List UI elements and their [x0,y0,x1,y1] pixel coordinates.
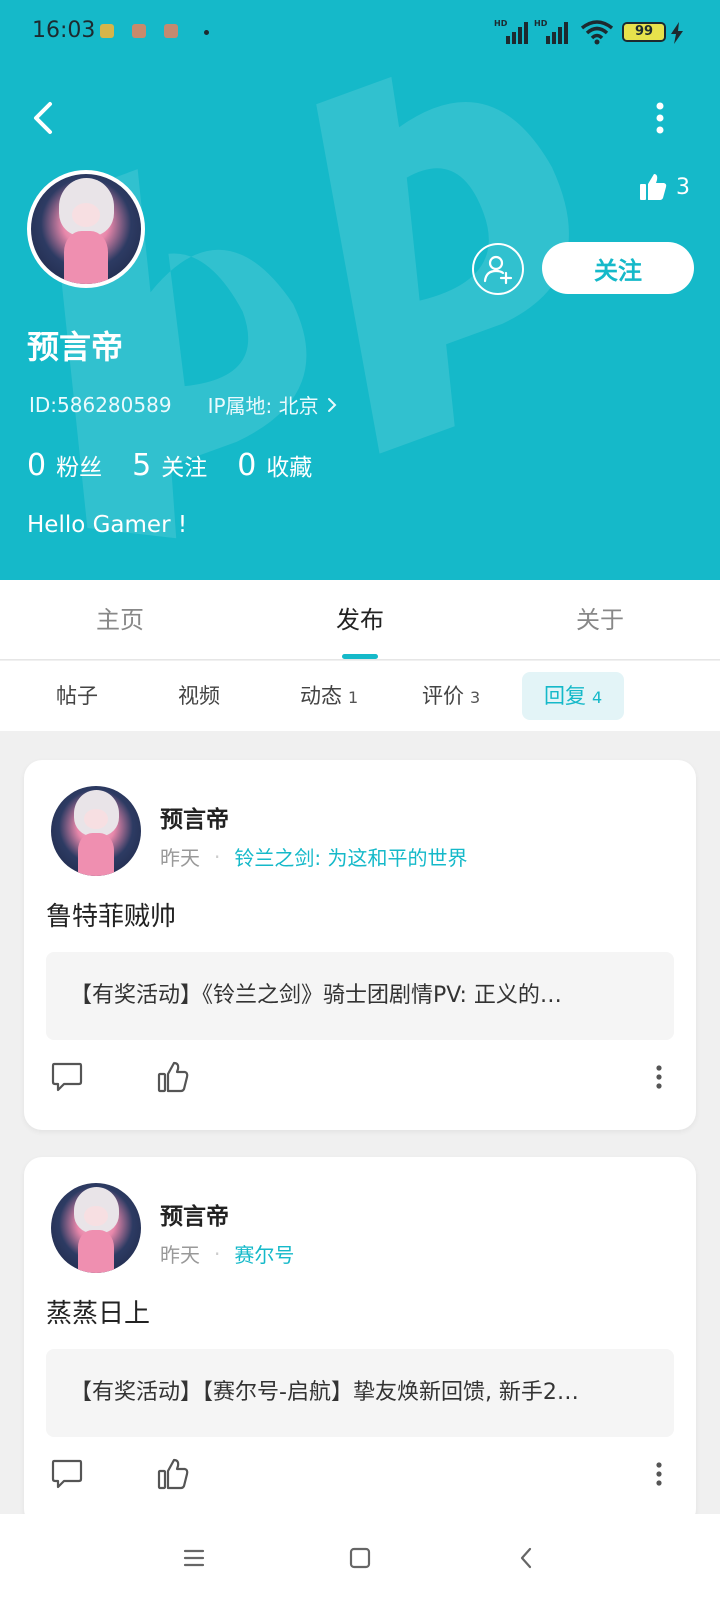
notification-dot-icon [204,30,209,35]
more-vertical-icon[interactable] [654,1457,664,1491]
stat-fans[interactable]: 0 粉丝 [27,448,102,483]
stats-row: 0 粉丝 5 关注 0 收藏 [27,448,342,483]
ip-location-link[interactable]: IP属地: 北京 [208,390,337,419]
content-subtabs: 帖子 视频 动态 1 评价 3 回复 4 [0,661,720,731]
likes-counter[interactable]: 3 [638,172,690,202]
reply-card[interactable]: 预言帝 昨天 · 铃兰之剑: 为这和平的世界 鲁特菲贼帅 【有奖活动】《铃兰之剑… [24,760,696,1130]
more-vertical-icon[interactable] [650,100,670,136]
notification-icon [100,24,114,38]
chevron-right-icon [327,397,337,412]
reply-content[interactable]: 蒸蒸日上 [46,1293,150,1330]
user-id-line: ID:586280589 IP属地: 北京 [29,390,337,419]
tab-posts[interactable]: 发布 [240,580,480,660]
reply-card[interactable]: 预言帝 昨天 · 赛尔号 蒸蒸日上 【有奖活动】【赛尔号-启航】挚友焕新回馈, … [24,1157,696,1527]
quoted-post[interactable]: 【有奖活动】《铃兰之剑》骑士团剧情PV: 正义的… [46,952,674,1040]
signal-icon: HD [534,19,568,44]
menu-button[interactable] [172,1536,216,1580]
thumb-up-icon [640,174,667,200]
charging-icon [671,22,683,44]
back-button[interactable] [504,1536,548,1580]
author-name[interactable]: 预言帝 [160,1197,229,1231]
svg-text:HD: HD [534,19,548,28]
meta-separator: · [214,844,221,869]
stat-favorites[interactable]: 0 收藏 [237,448,312,483]
user-id: ID:586280589 [29,392,172,417]
profile-header: 16:03 HD HD 99 3 关注 预言帝 ID:586280589 IP属… [0,0,720,580]
username: 预言帝 [27,328,124,366]
subtab-posts[interactable]: 帖子 [34,672,126,720]
comment-icon[interactable] [50,1457,84,1491]
meta-separator: · [214,1241,221,1266]
author-name[interactable]: 预言帝 [160,800,229,834]
tab-indicator [342,654,378,659]
subtab-moments[interactable]: 动态 1 [278,672,380,720]
post-meta: 昨天 · 赛尔号 [160,1239,294,1268]
add-friend-button[interactable] [472,243,524,295]
game-link[interactable]: 赛尔号 [234,1239,294,1268]
back-chevron-icon[interactable] [24,98,64,138]
avatar[interactable] [51,786,141,876]
back-triangle-icon [520,1547,532,1569]
status-time: 16:03 [32,18,96,43]
likes-count: 3 [676,174,690,200]
user-bio: Hello Gamer ! [27,512,188,538]
signal-icon: HD [494,19,528,44]
add-user-icon [483,255,513,285]
stat-following[interactable]: 5 关注 [132,448,207,483]
post-time: 昨天 [160,846,200,870]
home-button[interactable] [338,1536,382,1580]
thumb-up-icon[interactable] [156,1060,190,1094]
avatar[interactable] [27,170,145,288]
post-meta: 昨天 · 铃兰之剑: 为这和平的世界 [160,842,467,871]
thumb-up-icon[interactable] [156,1457,190,1491]
subtab-videos[interactable]: 视频 [156,672,248,720]
tab-about[interactable]: 关于 [480,580,720,660]
avatar[interactable] [51,1183,141,1273]
follow-button[interactable]: 关注 [542,242,694,294]
square-icon [349,1547,371,1569]
subtab-reviews[interactable]: 评价 3 [400,672,502,720]
profile-tabs: 主页 发布 关于 [0,580,720,660]
svg-text:HD: HD [494,19,508,28]
ip-location: IP属地: 北京 [207,394,319,418]
subtab-replies[interactable]: 回复 4 [522,672,625,720]
comment-icon[interactable] [50,1060,84,1094]
wifi-icon [580,20,614,45]
system-navigation-bar [0,1514,720,1600]
notification-icon [164,24,178,38]
menu-icon [183,1549,205,1567]
post-time: 昨天 [160,1243,200,1267]
notification-icon [132,24,146,38]
tab-home[interactable]: 主页 [0,580,240,660]
reply-content[interactable]: 鲁特菲贼帅 [46,896,176,933]
quoted-post[interactable]: 【有奖活动】【赛尔号-启航】挚友焕新回馈, 新手2… [46,1349,674,1437]
status-bar: 16:03 HD HD 99 [0,0,720,64]
battery-icon: 99 [622,22,666,42]
game-link[interactable]: 铃兰之剑: 为这和平的世界 [234,842,467,871]
more-vertical-icon[interactable] [654,1060,664,1094]
